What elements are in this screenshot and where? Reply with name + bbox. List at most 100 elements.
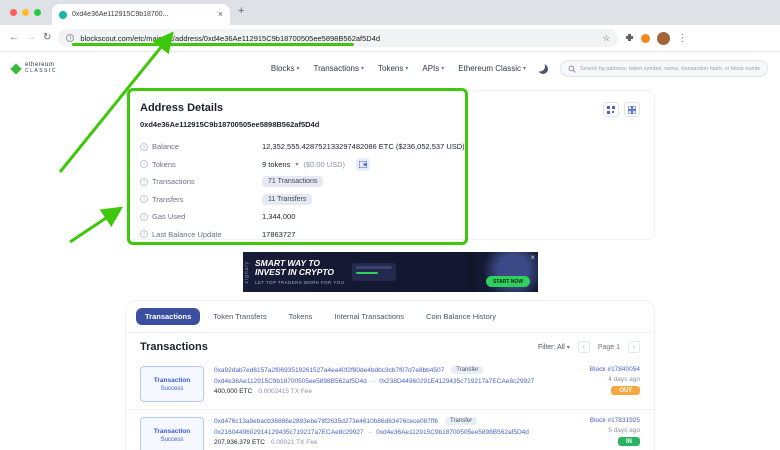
arrow-annotation-card: [70, 210, 118, 242]
tokens-dropdown[interactable]: 9 tokens: [262, 160, 290, 169]
transfers-row: iTransfers 11 Transfers: [140, 191, 640, 209]
tab-transactions[interactable]: Transactions: [136, 308, 200, 325]
url-text: blockscout.com/etc/mainnet/address/0xd4e…: [80, 34, 596, 43]
back-button[interactable]: ←: [9, 33, 19, 43]
nav-apis[interactable]: APIs▾: [422, 64, 444, 73]
nav-transactions[interactable]: Transactions▾: [313, 64, 364, 73]
tab-bar: Transactions Token Transfers Tokens Inte…: [126, 301, 654, 333]
window-close-button[interactable]: [10, 9, 17, 16]
etc-logo[interactable]: ethereum CLASSIC: [12, 62, 57, 74]
last-balance-update-value: 17863727: [262, 230, 295, 239]
tx-to-link[interactable]: 0x238D44960291E4129435c719217a7ECAe8c299…: [379, 378, 534, 385]
network-selector[interactable]: Ethereum Classic▾: [458, 64, 526, 73]
tab-internal-transactions[interactable]: Internal Transactions: [325, 308, 413, 325]
tx-block-link[interactable]: Block #17840054: [590, 366, 640, 373]
window-minimize-button[interactable]: [22, 9, 29, 16]
transfers-count-badge[interactable]: 11 Transfers: [262, 194, 312, 205]
tx-fee: 0.00021 TX Fee: [271, 439, 318, 446]
tx-direction-badge: IN: [618, 437, 640, 446]
tx-type-badge: Transfer: [451, 366, 483, 374]
tab-token-transfers[interactable]: Token Transfers: [204, 308, 275, 325]
info-icon: i: [140, 143, 148, 151]
last-balance-update-row: iLast Balance Update 17863727: [140, 226, 640, 244]
widgets-button[interactable]: [624, 102, 640, 117]
tab-close-icon[interactable]: ×: [218, 10, 223, 19]
nav-blocks[interactable]: Blocks▾: [271, 64, 300, 73]
tx-fee: 0.0002415 TX Fee: [258, 388, 312, 395]
chevron-down-icon[interactable]: ▾: [295, 161, 298, 168]
tx-hash-link[interactable]: 0xd476c13a9ebacb36886e2893ebe78f2635d273…: [214, 418, 438, 425]
new-tab-button[interactable]: +: [238, 5, 244, 17]
etc-logo-mark: [10, 63, 21, 74]
extension-icon-orange[interactable]: [641, 34, 650, 43]
tx-hash-link[interactable]: 0xa92dab7ed6157a2f0693519261527a4ea40f2f…: [214, 367, 444, 374]
tab-title: 0xd4e36Ae112915C9b18700...: [72, 11, 213, 18]
wallet-button[interactable]: [356, 158, 370, 171]
tx-block-link[interactable]: Block #17831925: [590, 417, 640, 424]
arrow-right-icon: →: [370, 378, 377, 385]
extensions-puzzle-icon[interactable]: [625, 29, 634, 47]
section-title: Transactions: [140, 341, 208, 353]
transaction-row: Transaction Success 0xa92dab7ed6157a2f06…: [126, 359, 654, 409]
info-icon: i: [140, 195, 148, 203]
address-bar[interactable]: i blockscout.com/etc/mainnet/address/0xd…: [58, 29, 618, 47]
tx-direction-badge: OUT: [611, 386, 640, 395]
forward-button[interactable]: →: [26, 33, 36, 43]
tx-status-badge: Transaction Success: [140, 366, 204, 402]
ad-subtitle: LET TOP TRADERS WORK FOR YOU: [255, 280, 344, 285]
arrow-right-icon: →: [367, 429, 374, 436]
browser-tab-strip: 0xd4e36Ae112915C9b18700... × +: [0, 0, 780, 25]
page-prev-button[interactable]: ‹: [578, 341, 590, 353]
ad-title-line2: INVEST IN CRYPTO: [255, 268, 344, 278]
page-indicator: Page 1: [598, 344, 620, 351]
balance-row: iBalance 12,352,555.428752133297482086 E…: [140, 138, 640, 156]
tx-type-badge: Transfer: [445, 417, 477, 425]
window-zoom-button[interactable]: [34, 9, 41, 16]
tab-tokens[interactable]: Tokens: [280, 308, 322, 325]
balance-usd: ($236,052,537 USD): [396, 142, 465, 151]
chevron-down-icon: ▾: [296, 65, 299, 72]
tokens-usd: ($0.00 USD): [303, 160, 345, 169]
site-info-icon[interactable]: i: [66, 34, 74, 42]
browser-tab[interactable]: 0xd4e36Ae112915C9b18700... ×: [52, 4, 230, 25]
transactions-card: Transactions Token Transfers Tokens Inte…: [125, 300, 655, 450]
tx-from-link[interactable]: 0x2160449602914129435c719217a7ECAe8c2992…: [214, 429, 364, 436]
nav-tokens[interactable]: Tokens▾: [378, 64, 408, 73]
info-icon: i: [140, 213, 148, 221]
tx-amount: 207,936.379 ETC: [214, 439, 265, 446]
search-input[interactable]: [580, 66, 760, 72]
ad-stat-widget: [352, 263, 396, 281]
address-hash[interactable]: 0xd4e36Ae112915C9b18700505ee5898B562af5D…: [140, 120, 640, 129]
search-icon: [568, 60, 576, 78]
tx-to-link[interactable]: 0xd4e36Ae112915C9b18700505ee5898B562af5D…: [376, 429, 529, 436]
qr-code-button[interactable]: [603, 102, 619, 117]
logo-text-bottom: CLASSIC: [25, 69, 57, 75]
reload-button[interactable]: ↻: [43, 33, 51, 43]
chevron-down-icon: ▾: [441, 65, 444, 72]
chevron-down-icon: ▾: [523, 65, 526, 72]
info-icon: i: [140, 160, 148, 168]
site-header: ethereum CLASSIC Blocks▾ Transactions▾ T…: [0, 52, 780, 85]
chevron-down-icon: ▾: [405, 65, 408, 72]
profile-avatar[interactable]: [657, 32, 670, 45]
tx-from-link[interactable]: 0xd4e36Ae112915C9b18700505ee5898B562af5D…: [214, 378, 367, 385]
chevron-down-icon: ▾: [567, 344, 570, 351]
ad-close-icon[interactable]: ×: [530, 253, 535, 262]
ad-cta-button[interactable]: START NOW: [486, 276, 530, 287]
filter-dropdown[interactable]: Filter: All▾: [538, 344, 570, 351]
chevron-down-icon: ▾: [361, 65, 364, 72]
bookmark-star-icon[interactable]: ☆: [602, 33, 610, 44]
tx-age: 5 days ago: [608, 427, 640, 434]
main-nav: Blocks▾ Transactions▾ Tokens▾ APIs▾ Ethe…: [271, 64, 526, 73]
site-search[interactable]: [560, 60, 768, 77]
browser-menu-icon[interactable]: ⋮: [677, 33, 687, 44]
gas-used-row: iGas Used 1,344,000: [140, 208, 640, 226]
page-title: Address Details: [140, 102, 223, 114]
tx-age: 4 days ago: [608, 376, 640, 383]
page-next-button[interactable]: ›: [628, 341, 640, 353]
tab-coin-balance-history[interactable]: Coin Balance History: [417, 308, 505, 325]
ad-banner[interactable]: zignaly SMART WAY TO INVEST IN CRYPTO LE…: [243, 252, 538, 292]
dark-mode-toggle-icon[interactable]: [538, 64, 548, 74]
tx-status-badge: Transaction Success: [140, 417, 204, 450]
transactions-count-badge[interactable]: 71 Transactions: [262, 176, 323, 187]
